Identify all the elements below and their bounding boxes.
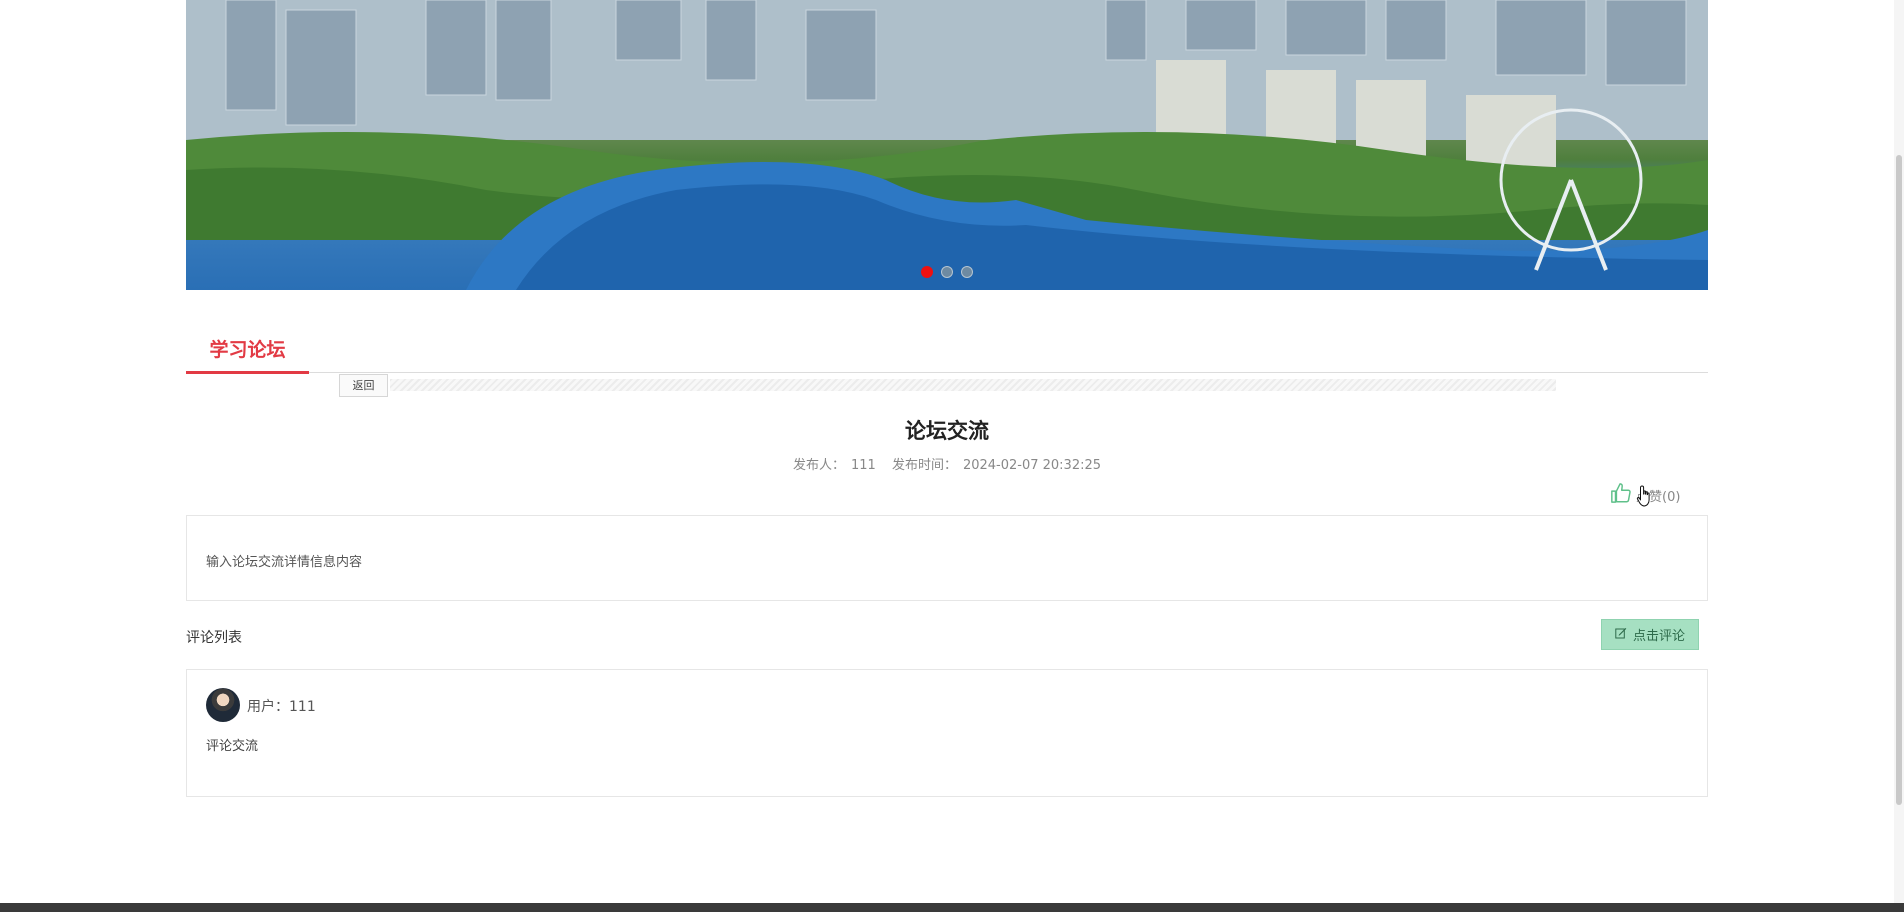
avatar: [206, 688, 240, 722]
tab-forum[interactable]: 学习论坛: [186, 330, 309, 374]
banner-carousel[interactable]: [186, 0, 1708, 290]
edit-icon: [1615, 627, 1627, 643]
comment-text: 评论交流: [206, 739, 259, 754]
carousel-dot[interactable]: [921, 266, 933, 278]
comment-item: 用户：111 评论交流: [186, 669, 1708, 797]
comment-user-value: 111: [289, 699, 316, 715]
carousel-indicators: [186, 266, 1708, 278]
divider-hatch: [390, 379, 1556, 391]
vertical-scrollbar[interactable]: [1894, 0, 1904, 903]
hand-pointer-icon: [1636, 484, 1654, 512]
comment-user: 用户：111: [247, 696, 316, 716]
thumbs-up-icon: [1610, 482, 1632, 508]
back-button[interactable]: 返回: [339, 374, 388, 397]
banner-image: [186, 0, 1708, 290]
author-value: 111: [850, 458, 876, 473]
time-value: 2024-02-07 20:32:25: [962, 458, 1102, 473]
footer: [0, 903, 1904, 912]
add-comment-button[interactable]: 点击评论: [1601, 619, 1699, 650]
scrollbar-thumb[interactable]: [1896, 155, 1902, 805]
time-label: 发布时间：: [891, 458, 957, 473]
carousel-dot[interactable]: [961, 266, 973, 278]
post-content-text: 输入论坛交流详情信息内容: [206, 555, 363, 570]
page: 学习论坛 返回 论坛交流 发布人： 111 发布时间： 2024-02-07 20:…: [0, 0, 1904, 912]
post-title: 论坛交流: [905, 419, 989, 443]
author-label: 发布人：: [792, 458, 845, 473]
post-content: 输入论坛交流详情信息内容: [186, 515, 1708, 601]
like-button[interactable]: 点赞(0): [1610, 482, 1680, 508]
comments-title: 评论列表: [186, 630, 242, 646]
add-comment-label: 点击评论: [1632, 629, 1685, 644]
carousel-dot[interactable]: [941, 266, 953, 278]
comment-user-label: 用户：: [247, 699, 289, 715]
section-header: 学习论坛: [186, 330, 1708, 374]
post-meta: 发布人： 111 发布时间： 2024-02-07 20:32:25: [186, 454, 1708, 473]
